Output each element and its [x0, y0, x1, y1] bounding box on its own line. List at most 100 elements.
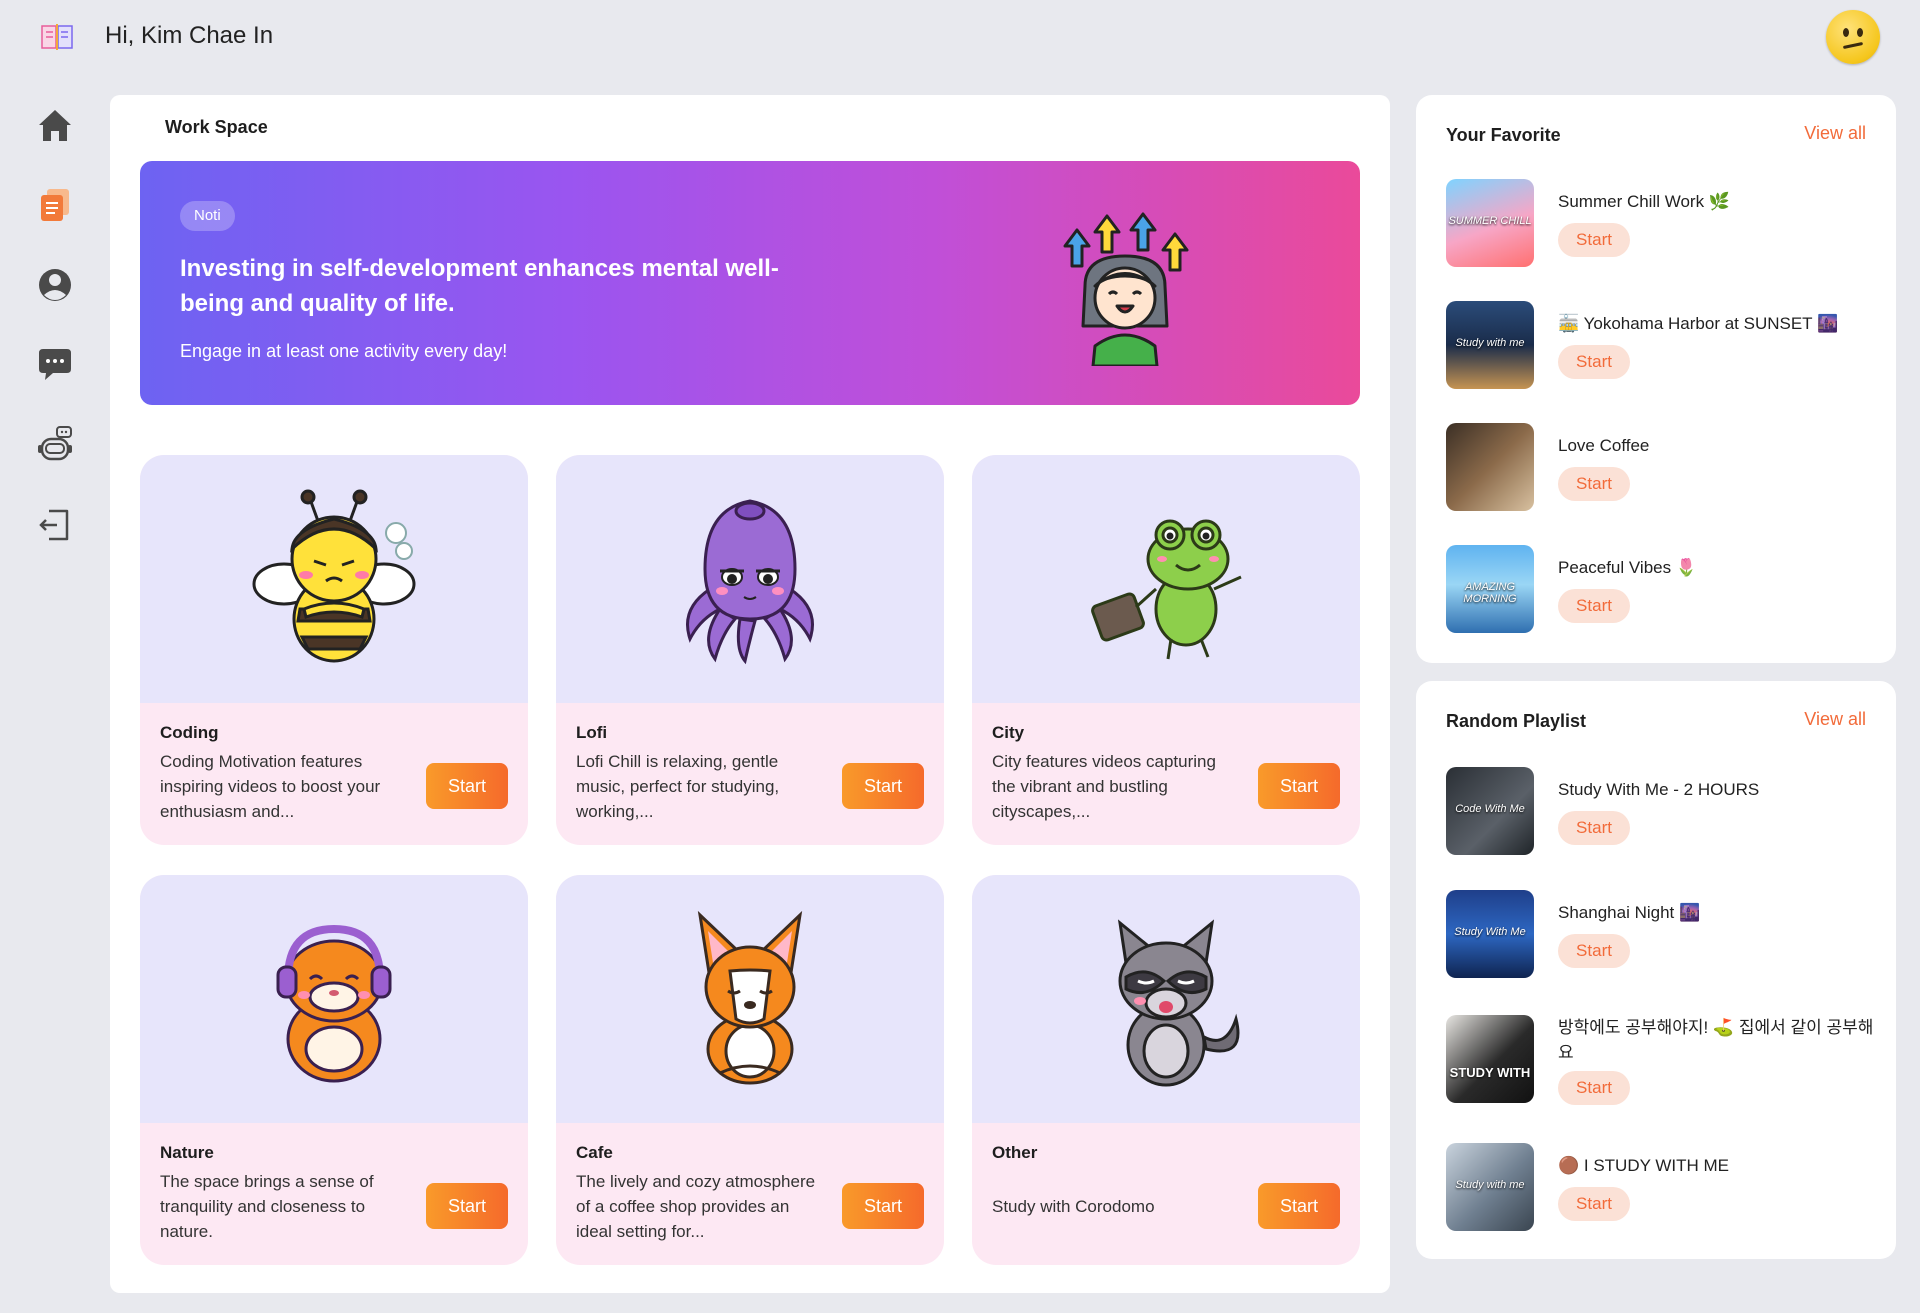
cafe-start-button[interactable]: Start: [842, 1183, 924, 1229]
video-thumbnail[interactable]: Study With Me: [1446, 890, 1534, 978]
lofi-start-button[interactable]: Start: [842, 763, 924, 809]
notebook-icon: [41, 189, 69, 221]
sidebar-item-chat[interactable]: [30, 340, 80, 390]
card-description: The space brings a sense of tranquility …: [160, 1172, 374, 1241]
card-description: City features videos capturing the vibra…: [992, 752, 1216, 821]
card-description: Lofi Chill is relaxing, gentle music, pe…: [576, 752, 780, 821]
sidebar-item-logout[interactable]: [30, 500, 80, 550]
video-title[interactable]: Shanghai Night 🌆: [1558, 900, 1878, 925]
sidebar-item-robot[interactable]: [30, 420, 80, 470]
favorite-start-button[interactable]: Start: [1558, 223, 1630, 257]
city-start-button[interactable]: Start: [1258, 763, 1340, 809]
card-description: The lively and cozy atmosphere of a coff…: [576, 1172, 816, 1241]
sidebar-item-notebook[interactable]: [30, 180, 80, 230]
user-avatar-emoji[interactable]: [1826, 10, 1880, 64]
bee-mascot-icon: [252, 489, 416, 663]
girl-growth-illustration: [1063, 212, 1189, 366]
card-description: Study with Corodomo: [992, 1197, 1155, 1216]
nature-start-button[interactable]: Start: [426, 1183, 508, 1229]
video-thumbnail[interactable]: Code With Me: [1446, 767, 1534, 855]
video-title[interactable]: 방학에도 공부해야지! ⛳ 집에서 같이 공부해요: [1558, 1015, 1878, 1065]
video-thumbnail[interactable]: Study with me: [1446, 301, 1534, 389]
book-logo-icon[interactable]: [40, 22, 74, 52]
hamster-headphones-icon: [276, 924, 392, 1083]
random-playlist-panel: Random Playlist View all Code With Me St…: [1416, 681, 1896, 1259]
greeting-text: Hi, Kim Chae In: [105, 22, 274, 49]
card-title: Other: [992, 1143, 1038, 1162]
thumbnail-caption: STUDY WITH: [1449, 1065, 1531, 1080]
favorite-item[interactable]: SUMMER CHILL Summer Chill Work 🌿 Start: [1446, 179, 1876, 267]
thumbnail-caption: AMAZING MORNING: [1463, 581, 1517, 605]
favorites-view-all-link[interactable]: View all: [1804, 123, 1866, 144]
workspace-title: Work Space: [165, 117, 268, 137]
card-title: City: [992, 723, 1025, 742]
top-bar: Hi, Kim Chae In: [0, 0, 1920, 74]
video-title[interactable]: Study With Me - 2 HOURS: [1558, 777, 1878, 802]
video-title[interactable]: Love Coffee: [1558, 433, 1878, 458]
octopus-mascot-icon: [686, 499, 814, 665]
banner-subtext: Engage in at least one activity every da…: [180, 341, 508, 361]
favorite-start-button[interactable]: Start: [1558, 345, 1630, 379]
category-card-nature[interactable]: Nature The space brings a sense of tranq…: [140, 875, 528, 1265]
thumbnail-caption: Study with me: [1455, 1179, 1525, 1191]
playlist-item[interactable]: Code With Me Study With Me - 2 HOURS Sta…: [1446, 767, 1876, 855]
sidebar-item-profile[interactable]: [30, 260, 80, 310]
video-title[interactable]: Summer Chill Work 🌿: [1558, 189, 1878, 214]
category-card-cafe[interactable]: Cafe The lively and cozy atmosphere of a…: [556, 875, 944, 1265]
thumbnail-caption: Code With Me: [1455, 803, 1525, 815]
raccoon-mascot-icon: [1117, 919, 1240, 1087]
noti-badge: Noti: [180, 201, 235, 231]
frog-mascot-icon: [1091, 519, 1242, 660]
favorites-title: Your Favorite: [1446, 125, 1561, 145]
category-card-lofi[interactable]: Lofi Lofi Chill is relaxing, gentle musi…: [556, 455, 944, 845]
card-title: Nature: [160, 1143, 214, 1162]
video-thumbnail[interactable]: SUMMER CHILL: [1446, 179, 1534, 267]
playlist-item[interactable]: Study With Me Shanghai Night 🌆 Start: [1446, 890, 1876, 978]
playlist-start-button[interactable]: Start: [1558, 811, 1630, 845]
notification-banner: Noti Investing in self-development enhan…: [140, 161, 1360, 405]
card-title: Lofi: [576, 723, 608, 742]
robot-icon: [38, 426, 72, 461]
playlist-item[interactable]: Study with me 🟤 I STUDY WITH ME Start: [1446, 1143, 1876, 1231]
profile-icon: [39, 269, 71, 301]
category-card-city[interactable]: City City features videos capturing the …: [972, 455, 1360, 845]
banner-headline: Investing in self-development enhances m…: [180, 255, 779, 317]
category-card-other[interactable]: Other Study with Corodomo Start: [972, 875, 1360, 1265]
avatar-eye: [1843, 28, 1849, 37]
workspace-panel: Work Space Noti Investing in self-develo…: [110, 95, 1390, 1293]
video-title[interactable]: Peaceful Vibes 🌷: [1558, 555, 1878, 580]
playlist-start-button[interactable]: Start: [1558, 1071, 1630, 1105]
video-thumbnail[interactable]: AMAZING MORNING: [1446, 545, 1534, 633]
card-title: Coding: [160, 723, 219, 742]
random-playlist-view-all-link[interactable]: View all: [1804, 709, 1866, 730]
home-icon: [39, 110, 71, 141]
video-title[interactable]: 🚋 Yokohama Harbor at SUNSET 🌆: [1558, 311, 1878, 336]
other-start-button[interactable]: Start: [1258, 1183, 1340, 1229]
favorite-item[interactable]: Study with me 🚋 Yokohama Harbor at SUNSE…: [1446, 301, 1876, 389]
sidebar-nav: [30, 100, 80, 580]
favorite-item[interactable]: AMAZING MORNING Peaceful Vibes 🌷 Start: [1446, 545, 1876, 633]
logout-icon: [39, 509, 69, 541]
video-title[interactable]: 🟤 I STUDY WITH ME: [1558, 1153, 1878, 1178]
favorite-start-button[interactable]: Start: [1558, 589, 1630, 623]
playlist-start-button[interactable]: Start: [1558, 934, 1630, 968]
random-playlist-title: Random Playlist: [1446, 711, 1587, 731]
thumbnail-caption: Study With Me: [1454, 926, 1526, 938]
sidebar-item-home[interactable]: [30, 100, 80, 150]
playlist-item[interactable]: STUDY WITH 방학에도 공부해야지! ⛳ 집에서 같이 공부해요 Sta…: [1446, 1015, 1878, 1105]
playlist-start-button[interactable]: Start: [1558, 1187, 1630, 1221]
video-thumbnail[interactable]: STUDY WITH: [1446, 1015, 1534, 1103]
thumbnail-caption: SUMMER CHILL: [1448, 215, 1532, 227]
corgi-mascot-icon: [697, 910, 803, 1085]
favorite-start-button[interactable]: Start: [1558, 467, 1630, 501]
coding-start-button[interactable]: Start: [426, 763, 508, 809]
favorite-item[interactable]: Love Coffee Start: [1446, 423, 1876, 511]
card-description: Coding Motivation features inspiring vid…: [160, 752, 381, 821]
card-title: Cafe: [576, 1143, 613, 1162]
video-thumbnail[interactable]: [1446, 423, 1534, 511]
avatar-mouth: [1842, 41, 1864, 50]
favorites-panel: Your Favorite View all SUMMER CHILL Summ…: [1416, 95, 1896, 663]
video-thumbnail[interactable]: Study with me: [1446, 1143, 1534, 1231]
avatar-eye: [1857, 28, 1863, 37]
category-card-coding[interactable]: Coding Coding Motivation features inspir…: [140, 455, 528, 845]
